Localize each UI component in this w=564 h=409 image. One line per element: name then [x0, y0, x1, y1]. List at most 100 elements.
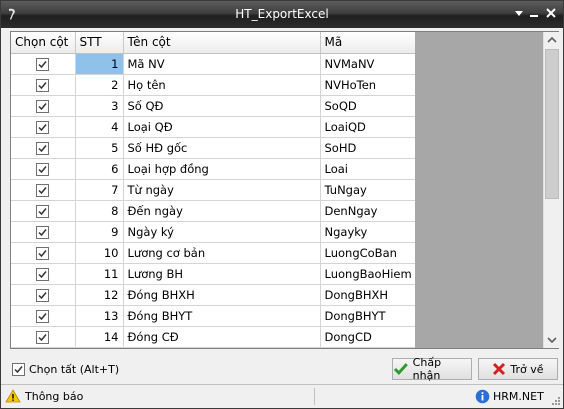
row-checkbox-cell[interactable] — [11, 53, 76, 75]
table-row[interactable]: 2 Họ tên NVHoTen — [11, 74, 415, 96]
table-row[interactable]: 14 Đóng CĐ DongCD — [11, 326, 415, 348]
row-checkbox-cell[interactable] — [11, 179, 76, 201]
row-stt[interactable]: 7 — [75, 179, 124, 201]
row-ten-cot[interactable]: Số HĐ gốc — [123, 137, 321, 159]
table-row[interactable]: 7 Từ ngày TuNgay — [11, 179, 415, 201]
row-checkbox[interactable] — [36, 204, 50, 218]
row-checkbox-cell[interactable] — [11, 200, 76, 222]
row-checkbox-cell[interactable] — [11, 305, 76, 327]
row-ten-cot[interactable]: Lương BH — [123, 263, 321, 285]
row-checkbox[interactable] — [36, 309, 50, 323]
accept-button[interactable]: Chấp nhận — [392, 356, 472, 382]
table-row[interactable]: 9 Ngày ký Ngayky — [11, 221, 415, 243]
row-ten-cot[interactable]: Số QĐ — [123, 95, 321, 117]
row-stt[interactable]: 5 — [75, 137, 124, 159]
row-ma[interactable]: LoaiQD — [320, 116, 415, 138]
table-row[interactable]: 4 Loại QĐ LoaiQD — [11, 116, 415, 138]
row-ten-cot[interactable]: Họ tên — [123, 74, 321, 96]
row-stt[interactable]: 8 — [75, 200, 124, 222]
scroll-thumb[interactable] — [545, 49, 559, 199]
select-all-checkbox[interactable]: Chọn tất (Alt+T) — [12, 363, 119, 376]
row-ma[interactable]: LuongBaoHiem — [320, 263, 415, 285]
columns-grid[interactable]: Chọn cột STT Tên cột Mã 1 Mã NV NVMaNV 2 Họ … — [10, 31, 559, 349]
row-stt[interactable]: 4 — [75, 116, 124, 138]
row-checkbox[interactable] — [36, 57, 50, 71]
table-row[interactable]: 6 Loại hợp đồng Loai — [11, 158, 415, 180]
row-stt[interactable]: 1 — [75, 53, 124, 75]
row-checkbox-cell[interactable] — [11, 242, 76, 264]
row-checkbox-cell[interactable] — [11, 74, 76, 96]
row-checkbox[interactable] — [36, 99, 50, 113]
row-ma[interactable]: DongCD — [320, 326, 415, 348]
menu-arrow-icon[interactable] — [513, 7, 525, 19]
row-ma[interactable]: Loai — [320, 158, 415, 180]
row-ma[interactable]: NVMaNV — [320, 53, 415, 75]
row-checkbox-cell[interactable] — [11, 326, 76, 348]
row-ma[interactable]: NVHoTen — [320, 74, 415, 96]
row-ma[interactable]: DenNgay — [320, 200, 415, 222]
row-stt[interactable]: 9 — [75, 221, 124, 243]
row-checkbox[interactable] — [36, 141, 50, 155]
col-header-stt[interactable]: STT — [75, 32, 124, 54]
row-ma[interactable]: TuNgay — [320, 179, 415, 201]
row-ma[interactable]: LuongCoBan — [320, 242, 415, 264]
row-ten-cot[interactable]: Đóng CĐ — [123, 326, 321, 348]
row-ten-cot[interactable]: Đóng BHYT — [123, 305, 321, 327]
table-row[interactable]: 11 Lương BH LuongBaoHiem — [11, 263, 415, 285]
row-ten-cot[interactable]: Đến ngày — [123, 200, 321, 222]
table-row[interactable]: 8 Đến ngày DenNgay — [11, 200, 415, 222]
row-stt[interactable]: 13 — [75, 305, 124, 327]
row-checkbox-cell[interactable] — [11, 137, 76, 159]
vertical-scrollbar[interactable] — [543, 32, 559, 348]
row-stt[interactable]: 12 — [75, 284, 124, 306]
row-checkbox[interactable] — [36, 246, 50, 260]
row-stt[interactable]: 14 — [75, 326, 124, 348]
table-row[interactable]: 10 Lương cơ bản LuongCoBan — [11, 242, 415, 264]
col-header-chon-cot[interactable]: Chọn cột — [11, 32, 76, 54]
row-ten-cot[interactable]: Từ ngày — [123, 179, 321, 201]
row-ma[interactable]: Ngayky — [320, 221, 415, 243]
row-checkbox[interactable] — [36, 267, 50, 281]
row-checkbox[interactable] — [36, 162, 50, 176]
row-checkbox[interactable] — [36, 120, 50, 134]
back-button[interactable]: Trở về — [478, 358, 558, 380]
col-header-ten-cot[interactable]: Tên cột — [123, 32, 321, 54]
row-checkbox[interactable] — [36, 288, 50, 302]
table-row[interactable]: 1 Mã NV NVMaNV — [11, 53, 415, 75]
col-header-ma[interactable]: Mã — [320, 32, 415, 54]
row-ten-cot[interactable]: Loại QĐ — [123, 116, 321, 138]
row-checkbox-cell[interactable] — [11, 116, 76, 138]
row-checkbox[interactable] — [36, 330, 50, 344]
table-row[interactable]: 5 Số HĐ gốc SoHD — [11, 137, 415, 159]
table-row[interactable]: 13 Đóng BHYT DongBHYT — [11, 305, 415, 327]
row-stt[interactable]: 3 — [75, 95, 124, 117]
row-checkbox[interactable] — [36, 183, 50, 197]
row-ten-cot[interactable]: Mã NV — [123, 53, 321, 75]
minimize-icon[interactable] — [528, 7, 540, 19]
scroll-down-icon[interactable] — [544, 331, 560, 348]
row-ten-cot[interactable]: Đóng BHXH — [123, 284, 321, 306]
row-ten-cot[interactable]: Ngày ký — [123, 221, 321, 243]
row-ma[interactable]: DongBHXH — [320, 284, 415, 306]
row-ma[interactable]: SoHD — [320, 137, 415, 159]
row-ma[interactable]: DongBHYT — [320, 305, 415, 327]
row-checkbox-cell[interactable] — [11, 95, 76, 117]
row-ten-cot[interactable]: Lương cơ bản — [123, 242, 321, 264]
checkbox[interactable] — [12, 363, 25, 376]
row-checkbox[interactable] — [36, 225, 50, 239]
row-stt[interactable]: 10 — [75, 242, 124, 264]
resize-grip-icon[interactable] — [551, 396, 561, 406]
close-icon[interactable] — [545, 7, 557, 19]
row-stt[interactable]: 11 — [75, 263, 124, 285]
table-row[interactable]: 3 Số QĐ SoQD — [11, 95, 415, 117]
row-ma[interactable]: SoQD — [320, 95, 415, 117]
row-checkbox-cell[interactable] — [11, 284, 76, 306]
row-ten-cot[interactable]: Loại hợp đồng — [123, 158, 321, 180]
row-checkbox-cell[interactable] — [11, 263, 76, 285]
row-checkbox-cell[interactable] — [11, 221, 76, 243]
row-checkbox[interactable] — [36, 78, 50, 92]
title-bar[interactable]: HT_ExportExcel — [1, 1, 563, 28]
scroll-up-icon[interactable] — [544, 32, 560, 49]
row-stt[interactable]: 6 — [75, 158, 124, 180]
row-checkbox-cell[interactable] — [11, 158, 76, 180]
